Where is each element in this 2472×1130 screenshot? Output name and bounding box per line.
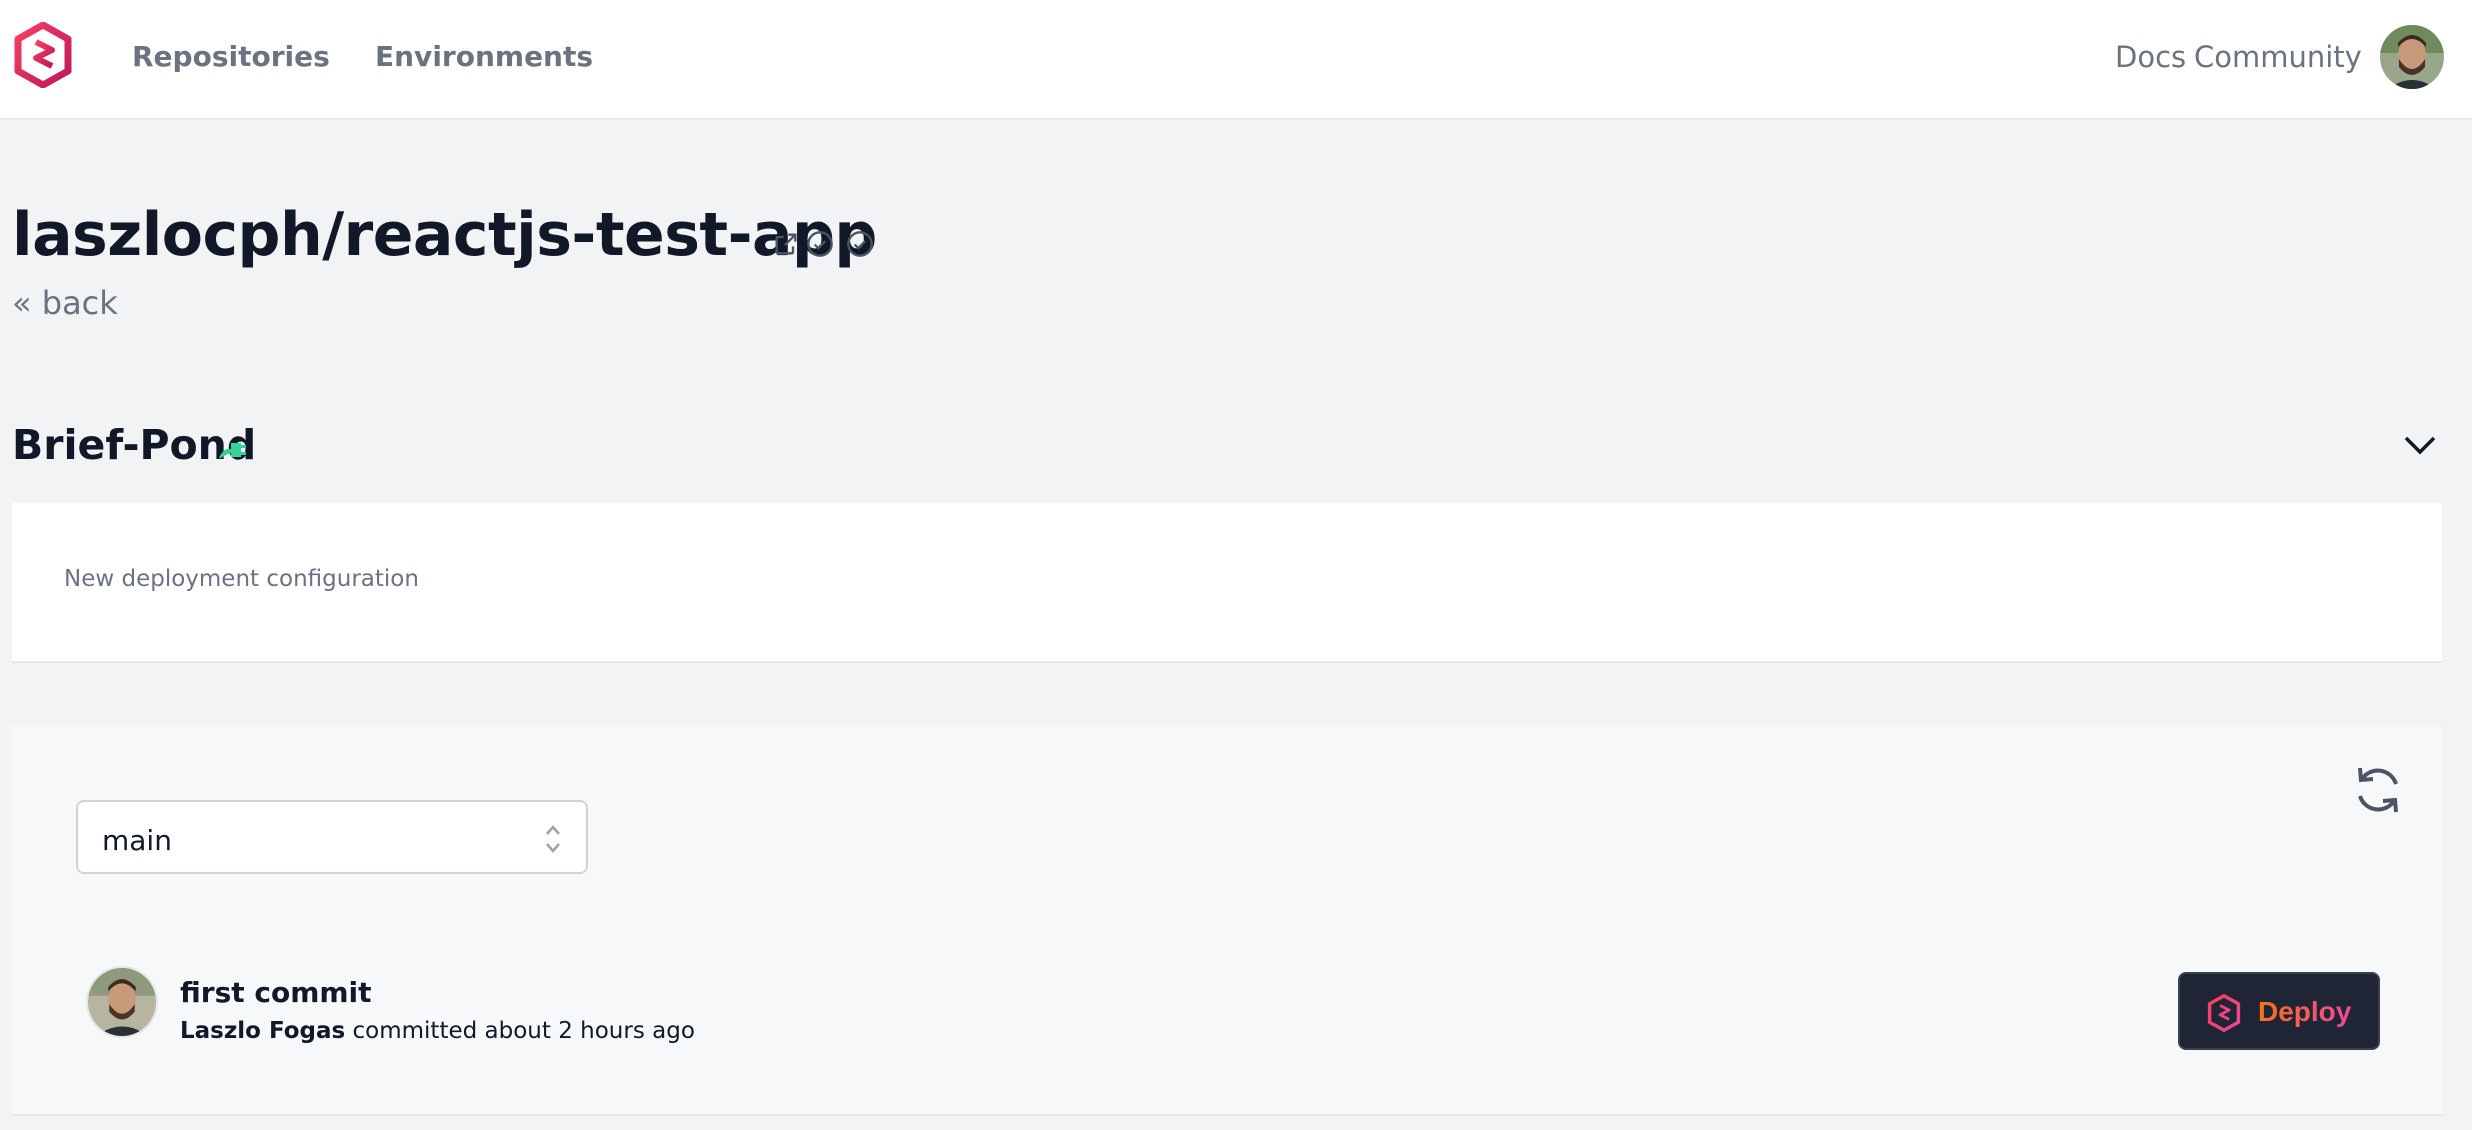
commit-author: Laszlo Fogas	[180, 1018, 346, 1044]
page-title: laszlocph/reactjs-test-app	[12, 200, 877, 270]
check-circle-icon	[807, 231, 833, 257]
nav-docs[interactable]: Docs	[2115, 40, 2186, 74]
nav-community[interactable]: Community	[2194, 40, 2362, 74]
nav-environments[interactable]: Environments	[375, 40, 593, 73]
nav-repositories[interactable]: Repositories	[132, 40, 330, 73]
top-navbar: Repositories Environments Docs Community	[0, 0, 2472, 120]
deploy-card	[12, 726, 2442, 1116]
refresh-icon[interactable]	[2350, 762, 2406, 818]
chevron-down-icon[interactable]	[2400, 430, 2440, 460]
check-circle-icon	[847, 231, 873, 257]
gimlet-logo-icon[interactable]	[14, 22, 72, 88]
commit-author-avatar	[86, 966, 158, 1038]
new-deployment-config-text: New deployment configuration	[64, 566, 419, 592]
committed-word: committed	[352, 1018, 478, 1044]
user-avatar[interactable]	[2380, 25, 2444, 89]
branch-select-value: main	[102, 824, 172, 857]
branch-select[interactable]: main	[76, 800, 588, 874]
plug-icon	[219, 443, 246, 459]
commit-meta: Laszlo Fogas committed about 2 hours ago	[180, 1018, 695, 1044]
selector-icon	[546, 825, 560, 853]
deploy-button-label: Deploy	[2258, 996, 2352, 1027]
deploy-button[interactable]: Deploy	[2178, 972, 2380, 1050]
commit-time: about 2 hours ago	[484, 1018, 695, 1044]
commit-message: first commit	[180, 976, 372, 1009]
external-link-icon[interactable]	[772, 230, 800, 258]
back-link[interactable]: « back	[12, 284, 118, 322]
gimlet-logo-icon	[2207, 994, 2241, 1032]
